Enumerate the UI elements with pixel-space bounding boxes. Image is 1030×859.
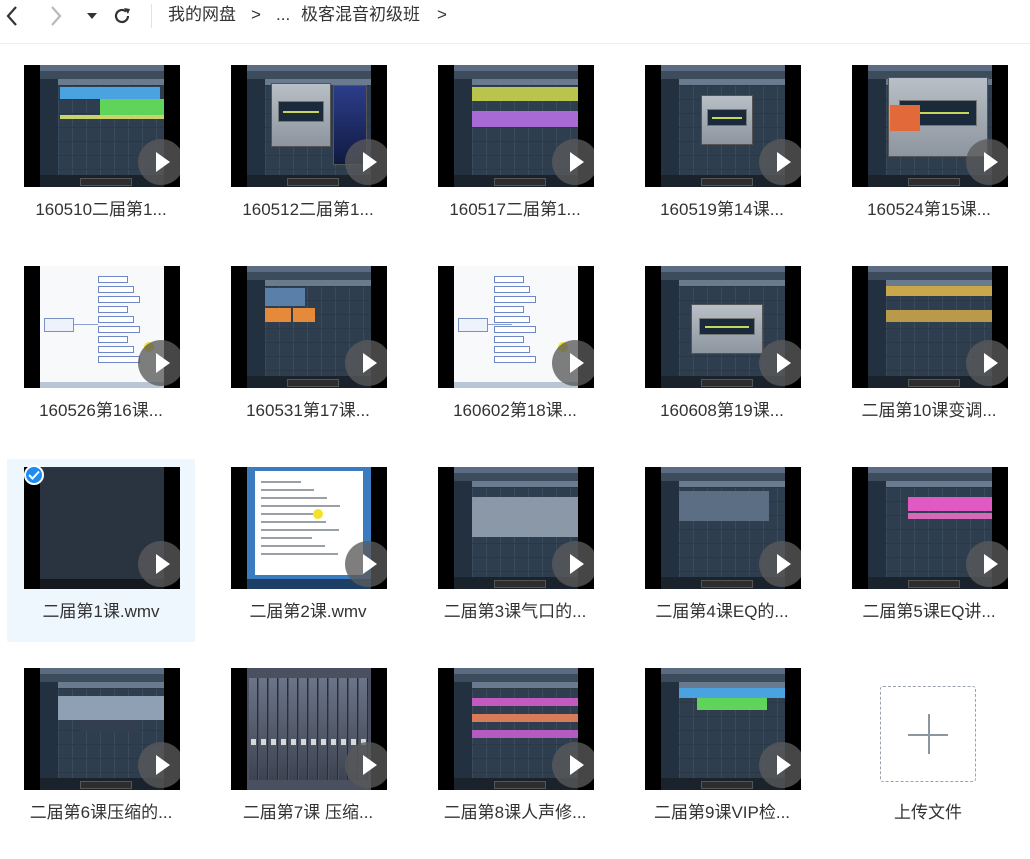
file-tile[interactable]: 160524第15课... (835, 57, 1023, 240)
video-thumbnail[interactable] (852, 467, 1008, 589)
file-tile[interactable]: 二届第5课EQ讲... (835, 459, 1023, 642)
file-name[interactable]: 二届第3课气口的... (421, 601, 609, 623)
file-tile[interactable]: 二届第4课EQ的... (628, 459, 816, 642)
check-icon[interactable] (24, 465, 44, 485)
play-icon[interactable] (759, 139, 801, 185)
file-grid: 160510二届第1... 160512二届第1... 160517二届第1... 1… (0, 0, 1030, 859)
play-icon[interactable] (966, 541, 1008, 587)
video-thumbnail[interactable] (438, 266, 594, 388)
file-name[interactable]: 二届第4课EQ的... (628, 601, 816, 623)
file-tile[interactable]: 160526第16课... (7, 258, 195, 441)
play-icon[interactable] (552, 340, 594, 386)
video-thumbnail[interactable] (24, 266, 180, 388)
file-name[interactable]: 160602第18课... (421, 400, 609, 422)
file-name[interactable]: 160512二届第1... (214, 199, 402, 221)
video-thumbnail[interactable] (438, 467, 594, 589)
video-thumbnail[interactable] (24, 467, 180, 589)
file-tile[interactable]: 二届第3课气口的... (421, 459, 609, 642)
play-icon[interactable] (552, 541, 594, 587)
file-tile[interactable]: 二届第9课VIP检... (628, 660, 816, 843)
play-icon[interactable] (966, 139, 1008, 185)
video-thumbnail[interactable] (645, 467, 801, 589)
play-icon[interactable] (345, 742, 387, 788)
file-tile[interactable]: 二届第1课.wmv (7, 459, 195, 642)
file-tile[interactable]: 160608第19课... (628, 258, 816, 441)
file-tile[interactable]: 二届第7课 压缩... (214, 660, 402, 843)
video-thumbnail[interactable] (24, 668, 180, 790)
file-tile[interactable]: 160531第17课... (214, 258, 402, 441)
upload-file-button[interactable] (880, 686, 976, 782)
file-name[interactable]: 二届第6课压缩的... (7, 802, 195, 824)
video-thumbnail[interactable] (645, 65, 801, 187)
file-name[interactable]: 二届第8课人声修... (421, 802, 609, 824)
video-thumbnail[interactable] (231, 266, 387, 388)
video-thumbnail[interactable] (852, 266, 1008, 388)
video-thumbnail[interactable] (645, 668, 801, 790)
play-icon[interactable] (552, 139, 594, 185)
play-icon[interactable] (345, 340, 387, 386)
file-name[interactable]: 二届第9课VIP检... (628, 802, 816, 824)
file-tile[interactable]: 160517二届第1... (421, 57, 609, 240)
video-thumbnail[interactable] (231, 467, 387, 589)
video-thumbnail[interactable] (24, 65, 180, 187)
play-icon[interactable] (552, 742, 594, 788)
video-thumbnail[interactable] (231, 65, 387, 187)
file-name[interactable]: 160524第15课... (835, 199, 1023, 221)
file-name[interactable]: 160531第17课... (214, 400, 402, 422)
play-icon[interactable] (345, 541, 387, 587)
file-name[interactable]: 160519第14课... (628, 199, 816, 221)
play-icon[interactable] (345, 139, 387, 185)
file-tile[interactable]: 二届第6课压缩的... (7, 660, 195, 843)
file-name[interactable]: 二届第7课 压缩... (214, 802, 402, 824)
play-icon[interactable] (138, 742, 180, 788)
file-name[interactable]: 二届第1课.wmv (7, 601, 195, 623)
file-name[interactable]: 160510二届第1... (7, 199, 195, 221)
file-tile[interactable]: 二届第2课.wmv (214, 459, 402, 642)
file-tile[interactable]: 160519第14课... (628, 57, 816, 240)
play-icon[interactable] (138, 541, 180, 587)
file-tile[interactable]: 二届第10课变调... (835, 258, 1023, 441)
video-thumbnail[interactable] (645, 266, 801, 388)
file-name[interactable]: 二届第5课EQ讲... (835, 601, 1023, 623)
file-name[interactable]: 160526第16课... (7, 400, 195, 422)
file-tile[interactable]: 160512二届第1... (214, 57, 402, 240)
video-thumbnail[interactable] (438, 65, 594, 187)
file-name[interactable]: 160517二届第1... (421, 199, 609, 221)
play-icon[interactable] (759, 340, 801, 386)
file-tile[interactable]: 160602第18课... (421, 258, 609, 441)
file-name[interactable]: 二届第2课.wmv (214, 601, 402, 623)
play-icon[interactable] (138, 139, 180, 185)
play-icon[interactable] (759, 541, 801, 587)
file-name[interactable]: 二届第10课变调... (835, 400, 1023, 422)
upload-file-label[interactable]: 上传文件 (834, 802, 1022, 824)
file-tile[interactable]: 二届第8课人声修... (421, 660, 609, 843)
video-thumbnail[interactable] (438, 668, 594, 790)
play-icon[interactable] (759, 742, 801, 788)
video-thumbnail[interactable] (231, 668, 387, 790)
file-tile[interactable]: 160510二届第1... (7, 57, 195, 240)
play-icon[interactable] (138, 340, 180, 386)
play-icon[interactable] (966, 340, 1008, 386)
file-name[interactable]: 160608第19课... (628, 400, 816, 422)
video-thumbnail[interactable] (852, 65, 1008, 187)
